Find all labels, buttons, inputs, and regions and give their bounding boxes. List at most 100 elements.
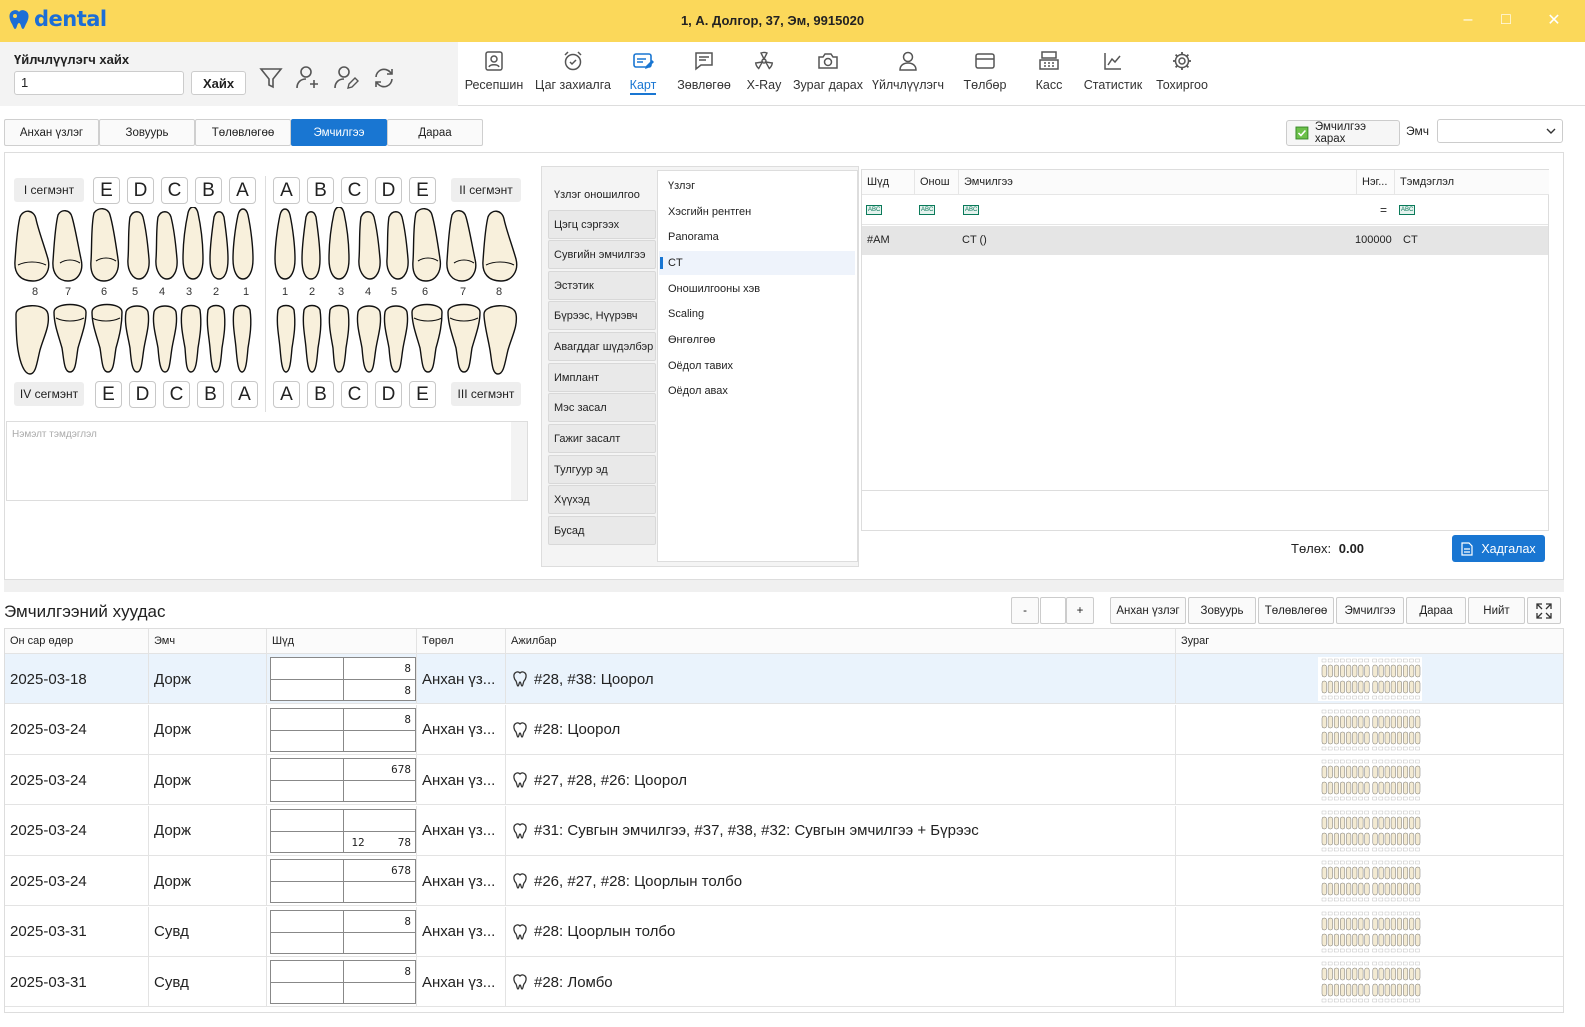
subcategory-item[interactable]: Оношилгооны хэв [668,283,760,295]
text-filter-icon[interactable]: ABC [963,205,980,215]
subcategory-item[interactable]: Хэсгийн рентген [668,206,751,218]
zoom-input[interactable] [1040,597,1066,624]
category-item[interactable]: Мэс засал [548,393,656,422]
category-item[interactable]: Тулгуур эд [548,455,656,484]
close-button[interactable]: ✕ [1540,8,1568,32]
subcategory-item[interactable]: Оёдол авах [668,385,728,397]
grid-header-treatment[interactable]: Эмчилгээ [959,170,1357,195]
table-row[interactable]: 2025-03-31 Сувд 8 Анхан үз... #28: Цоорлын т… [5,906,1563,957]
nav-settings[interactable]: Тохиргоо [1154,50,1210,102]
tab-complaint[interactable]: Зовуурь [99,119,195,146]
category-item[interactable]: Сувгийн эмчилгээ [548,240,656,269]
category-item[interactable]: Бусад [548,516,656,545]
table-row[interactable]: 2025-03-24 Дорж 8 Анхан үз... #28: Цоорол [5,704,1563,755]
category-item[interactable]: Гажиг засалт [548,424,656,453]
filter-treatment-button[interactable]: Эмчилгээ [1336,597,1404,624]
subcategory-item[interactable]: CT [668,257,683,269]
minimize-button[interactable]: – [1454,8,1482,32]
col-header-type[interactable]: Төрөл [417,629,506,654]
zoom-in-button[interactable]: + [1066,597,1094,624]
grid-header-note[interactable]: Тэмдэглэл [1395,170,1549,195]
doctor-select[interactable] [1437,119,1563,143]
refresh-icon[interactable] [368,62,400,94]
equals-filter-icon[interactable]: = [1380,203,1387,217]
nav-advice[interactable]: Зөвлөгөө [674,50,734,102]
dental-chart-thumbnail[interactable] [1318,909,1422,954]
maximize-button[interactable]: □ [1492,8,1520,32]
filter-all-button[interactable]: Нийт [1468,597,1525,624]
subcategory-item[interactable]: Panorama [668,231,719,243]
text-filter-icon[interactable]: ABC [1399,205,1416,215]
tab-initial-exam[interactable]: Анхан үзлэг [4,119,99,146]
add-user-icon[interactable] [292,62,324,94]
tooth-letter-button[interactable]: B [197,381,224,408]
save-button[interactable]: Хадгалах [1452,535,1545,562]
filter-initial-exam-button[interactable]: Анхан үзлэг [1110,597,1186,624]
category-item[interactable]: Хүүхэд [548,485,656,514]
section-divider[interactable] [4,580,1564,592]
grid-header-diagnosis[interactable]: Онош [915,170,959,195]
grid-header-price[interactable]: Нэг... [1357,170,1395,195]
col-header-tooth[interactable]: Шүд [267,629,417,654]
tab-next[interactable]: Дараа [387,119,483,146]
text-filter-icon[interactable]: ABC [919,205,936,215]
nav-statistics[interactable]: Статистик [1080,50,1146,102]
col-header-image[interactable]: Зураг [1176,629,1563,654]
grid-row[interactable]: #AM CT () 100000 CT [862,226,1548,255]
tab-plan[interactable]: Төлөвлөгөө [195,119,291,146]
table-row[interactable]: 2025-03-18 Дорж 8 8 Анхан үз... #28, #38: Цоо… [5,654,1563,704]
category-item[interactable]: Бүрээс, Нүүрэвч [548,301,656,330]
dental-chart-thumbnail[interactable] [1318,657,1422,701]
nav-xray[interactable]: X-Ray [742,50,786,102]
table-row[interactable]: 2025-03-24 Дорж 678 Анхан үз... #27, #28, #2… [5,755,1563,805]
table-row[interactable]: 2025-03-24 Дорж 678 Анхан үз... #26, #27, #2… [5,856,1563,906]
tooth-letter-button[interactable]: C [163,381,190,408]
tooth-letter-button[interactable]: E [409,381,436,408]
col-header-work[interactable]: Ажилбар [506,629,1176,654]
tooth-letter-button[interactable]: A [273,381,300,408]
tab-treatment[interactable]: Эмчилгээ [291,119,387,146]
tooth-letter-button[interactable]: C [341,177,368,204]
tooth-letter-button[interactable]: C [341,381,368,408]
subcategory-item[interactable]: Үзлэг [668,180,695,192]
nav-payment[interactable]: Төлбөр [960,50,1010,102]
category-item[interactable]: Авагддаг шүдэлбэр [548,332,656,361]
tooth-letter-button[interactable]: B [307,381,334,408]
notes-textarea[interactable]: Нэмэлт тэмдэглэл [6,421,528,501]
filter-plan-button[interactable]: Төлөвлөгөө [1258,597,1334,624]
nav-card[interactable]: Карт [621,50,665,102]
col-header-doctor[interactable]: Эмч [149,629,267,654]
nav-photo[interactable]: Зураг дарах [793,50,863,102]
category-item[interactable]: Эстэтик [548,271,656,300]
nav-appointment[interactable]: Цаг захиалга [533,50,613,102]
nav-reception[interactable]: Ресепшин [464,50,524,102]
dental-chart-thumbnail[interactable] [1318,859,1422,903]
nav-clients[interactable]: Үйлчлүүлэгч [872,50,944,102]
lower-right-teeth[interactable] [272,302,524,376]
tooth-letter-button[interactable]: B [307,177,334,204]
filter-complaint-button[interactable]: Зовуурь [1188,597,1256,624]
grid-header-tooth[interactable]: Шүд [862,170,915,195]
tooth-letter-button[interactable]: B [195,177,222,204]
table-row[interactable]: 2025-03-31 Сувд 8 Анхан үз... #28: Ломбо [5,957,1563,1007]
category-item[interactable]: Үзлэг оношилгоо [548,180,656,209]
filter-icon[interactable] [255,62,287,94]
tooth-letter-button[interactable]: E [93,177,120,204]
tooth-letter-button[interactable]: E [409,177,436,204]
search-input[interactable]: 1 [14,71,184,95]
tooth-letter-button[interactable]: A [229,177,256,204]
category-item[interactable]: Цэгц сэргээх [548,210,656,239]
tooth-letter-button[interactable]: D [375,177,402,204]
tooth-letter-button[interactable]: E [95,381,122,408]
tooth-letter-button[interactable]: D [375,381,402,408]
upper-right-teeth[interactable] [272,207,524,282]
edit-user-icon[interactable] [330,62,362,94]
table-row[interactable]: 2025-03-24 Дорж 12 78 Анхан үз... #31: Сувгы… [5,805,1563,856]
dental-chart-thumbnail[interactable] [1318,707,1422,752]
tooth-letter-button[interactable]: A [231,381,258,408]
lower-left-teeth[interactable] [12,302,260,376]
category-item[interactable]: Имплант [548,363,656,392]
view-treatment-button[interactable]: Эмчилгээ харах [1286,120,1400,146]
col-header-date[interactable]: Он сар өдөр [5,629,149,654]
search-button[interactable]: Хайх [191,71,246,95]
